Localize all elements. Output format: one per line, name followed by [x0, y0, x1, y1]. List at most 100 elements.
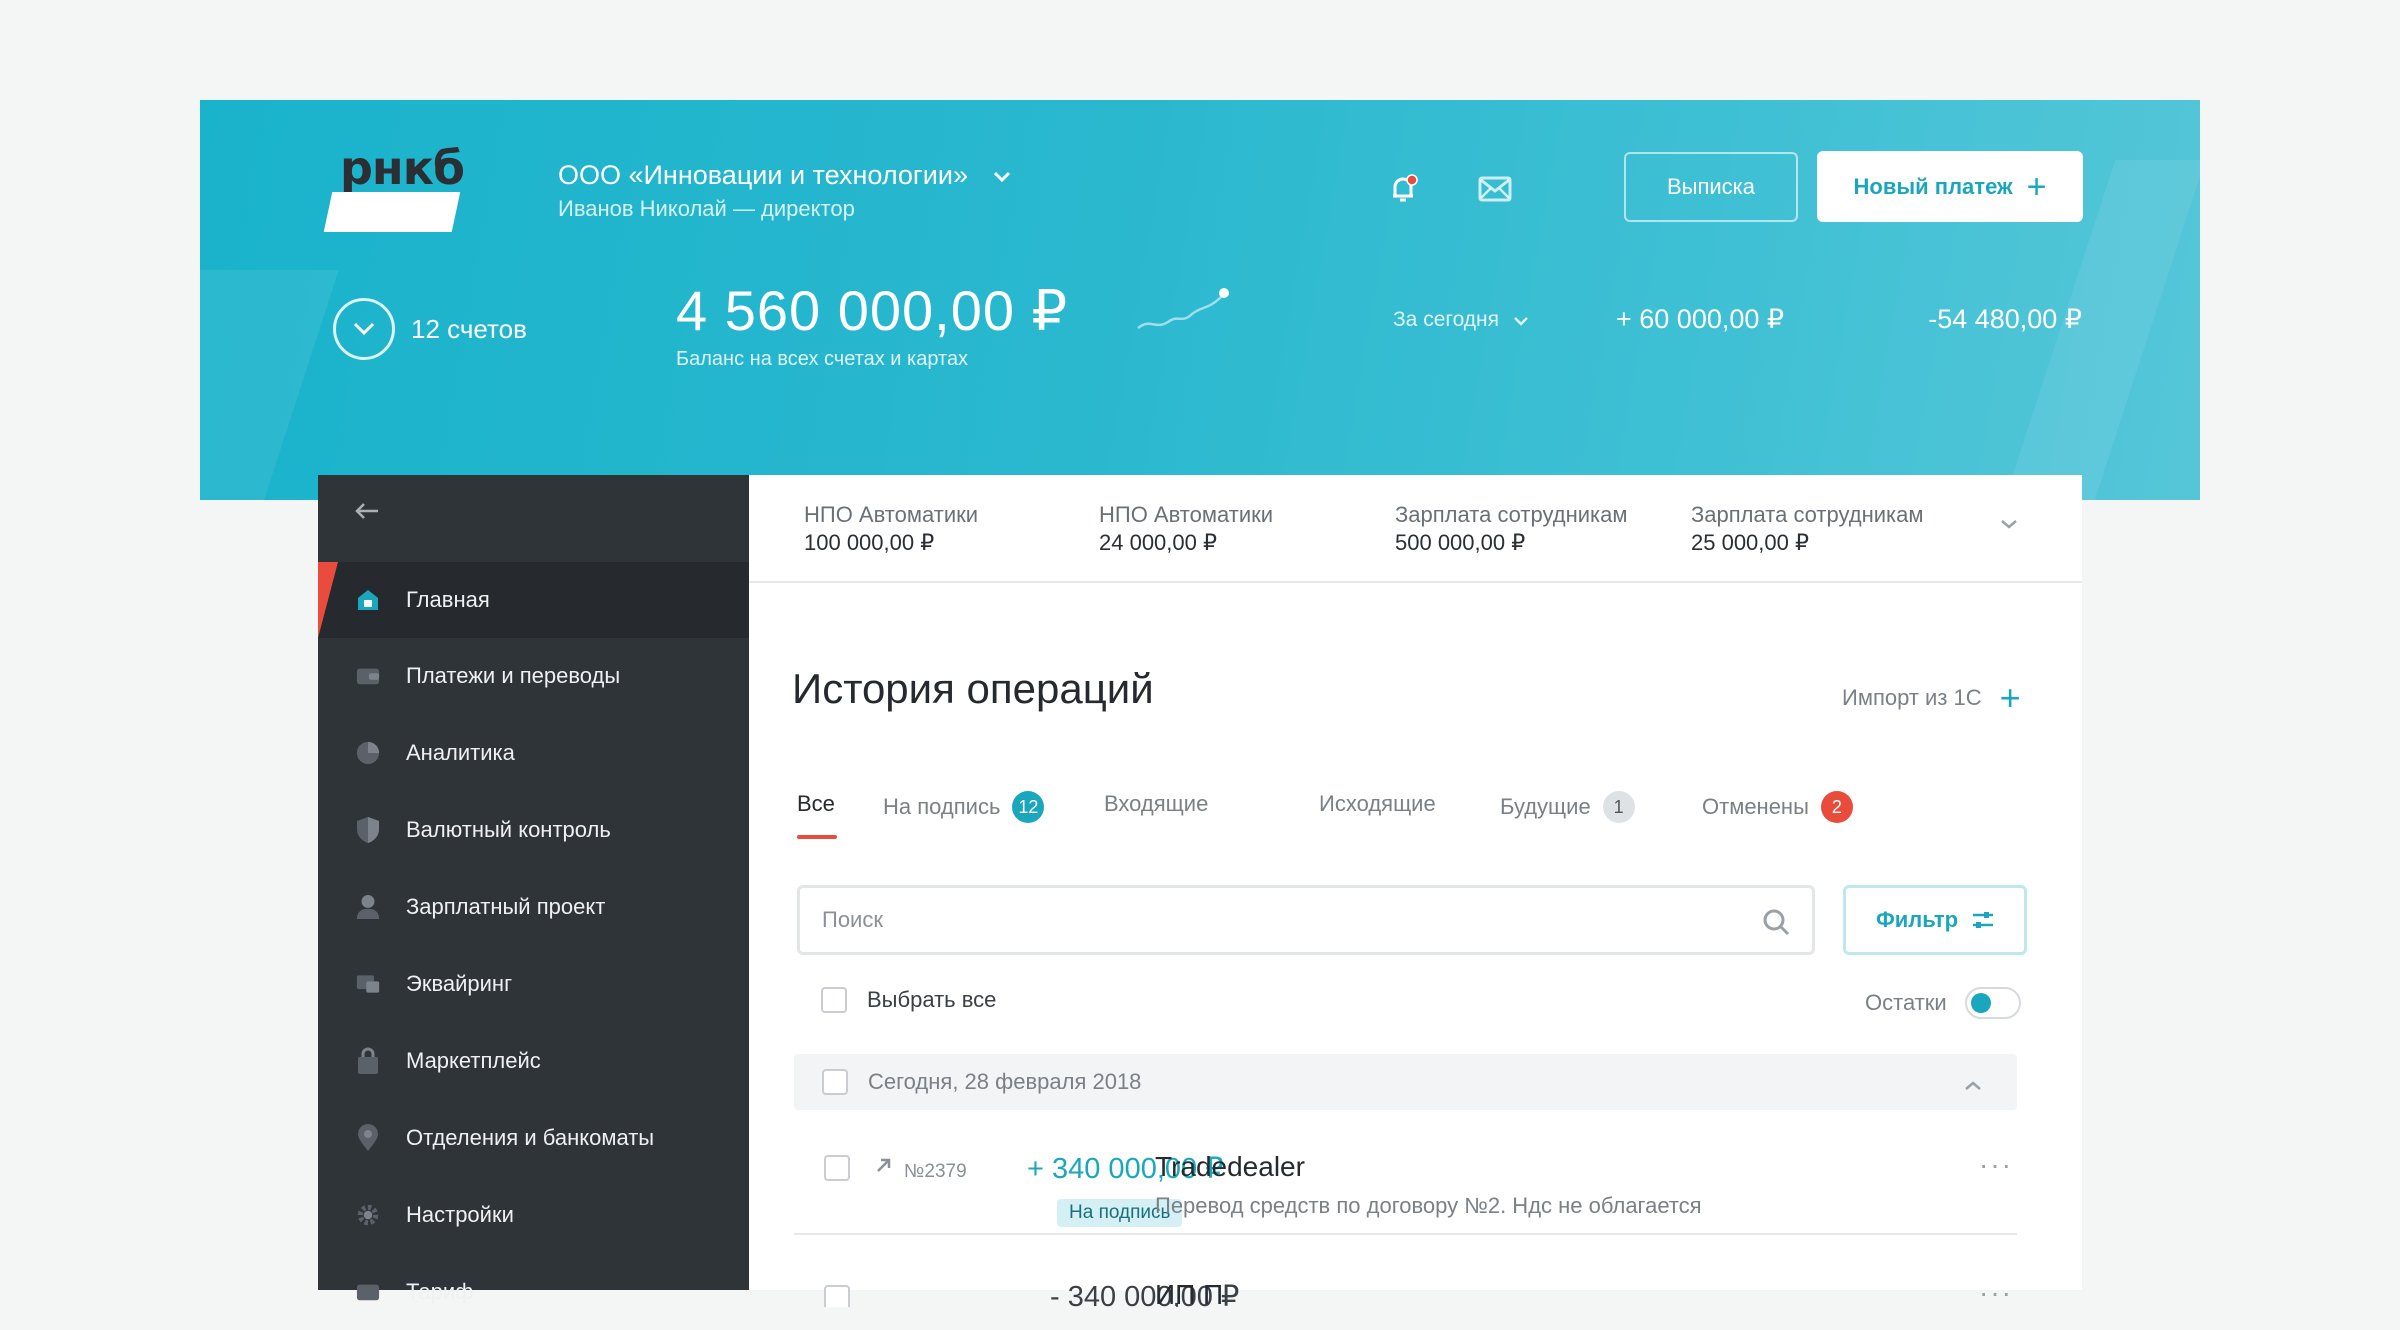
- bell-icon: [1393, 174, 1418, 202]
- sidebar-item-label: Отделения и банкоматы: [406, 1125, 655, 1150]
- period-selector[interactable]: За сегодня: [1393, 308, 1529, 332]
- home-icon: [356, 588, 380, 612]
- tab-future[interactable]: Будущие 1: [1500, 791, 1635, 823]
- accounts-strip: НПО Автоматики 100 000,00 ₽ НПО Автомати…: [749, 475, 2082, 583]
- sliders-icon: [1973, 912, 1994, 928]
- operation-row[interactable]: - 340 000,00 ₽ ИП П ···: [794, 1267, 2017, 1307]
- import-label: Импорт из 1С: [1842, 685, 1982, 710]
- sidebar-item-payments[interactable]: Платежи и переводы: [318, 638, 749, 714]
- person-icon: [356, 895, 380, 919]
- incoming-arrow-icon: [874, 1155, 894, 1181]
- sidebar: Главная Платежи и переводы Аналитика Вал…: [318, 475, 749, 1304]
- sidebar-item-marketplace[interactable]: Маркетплейс: [318, 1023, 749, 1099]
- more-icon[interactable]: ···: [1979, 1277, 2013, 1307]
- chevron-down-icon[interactable]: [1999, 517, 2019, 535]
- tab-all[interactable]: Все: [797, 791, 837, 839]
- sidebar-item-home[interactable]: Главная: [318, 562, 749, 638]
- operation-checkbox[interactable]: [824, 1155, 850, 1181]
- balance-label: Баланс на всех счетах и картах: [676, 348, 969, 370]
- select-all-checkbox[interactable]: [821, 987, 847, 1013]
- more-icon[interactable]: ···: [1979, 1149, 2013, 1181]
- sidebar-item-settings[interactable]: Настройки: [318, 1177, 749, 1253]
- sidebar-item-label: Валютный контроль: [406, 817, 611, 842]
- sidebar-item-label: Аналитика: [406, 740, 515, 765]
- bag-icon: [356, 1047, 380, 1074]
- tab-outgoing[interactable]: Исходящие: [1319, 791, 1436, 817]
- company-switcher[interactable]: ООО «Инновации и технологии» Иванов Нико…: [558, 158, 1011, 224]
- tariff-icon: [356, 1280, 380, 1304]
- rests-toggle[interactable]: [1964, 987, 2021, 1019]
- tab-to-sign[interactable]: На подпись 12: [883, 791, 1045, 823]
- account-card[interactable]: Зарплата сотрудникам 500 000,00 ₽: [1395, 501, 1628, 557]
- search-icon[interactable]: [1762, 908, 1790, 942]
- account-balance: 500 000,00 ₽: [1395, 530, 1526, 555]
- tab-label: Исходящие: [1319, 791, 1436, 816]
- logo-bar: [323, 192, 461, 232]
- date-group-header[interactable]: Сегодня, 28 февраля 2018: [794, 1054, 2017, 1110]
- account-name: НПО Автоматики: [804, 502, 979, 527]
- sidebar-item-currency-control[interactable]: Валютный контроль: [318, 792, 749, 868]
- header-banner: рнкб ООО «Инновации и технологии» Иванов…: [200, 100, 2200, 500]
- select-all-label: Выбрать все: [867, 987, 997, 1012]
- tab-label: Входящие: [1104, 791, 1209, 816]
- account-name: НПО Автоматики: [1099, 502, 1274, 527]
- toggle-knob: [1970, 993, 1991, 1013]
- rests-label: Остатки: [1865, 990, 1947, 1015]
- main-panel: НПО Автоматики 100 000,00 ₽ НПО Автомати…: [749, 475, 2082, 1307]
- count-badge: 2: [1820, 791, 1853, 823]
- terminal-icon: [356, 972, 380, 996]
- bank-logo[interactable]: рнкб: [320, 142, 465, 232]
- sidebar-item-salary-project[interactable]: Зарплатный проект: [318, 869, 749, 945]
- account-balance: 100 000,00 ₽: [804, 530, 935, 555]
- gear-icon: [356, 1203, 380, 1227]
- account-card[interactable]: НПО Автоматики 24 000,00 ₽: [1099, 501, 1273, 557]
- account-balance: 24 000,00 ₽: [1099, 530, 1217, 555]
- select-all[interactable]: Выбрать все: [821, 987, 996, 1013]
- sidebar-item-tariff[interactable]: Тариф: [318, 1254, 749, 1330]
- total-balance: 4 560 000,00 ₽ Баланс на всех счетах и к…: [676, 278, 1068, 371]
- operation-row[interactable]: №2379 + 340 000,00 ₽ На подпись Tradedea…: [794, 1135, 2017, 1235]
- expense-today: -54 480,00 ₽: [1928, 304, 2082, 334]
- accounts-toggle[interactable]: 12 счетов: [333, 298, 527, 360]
- chevron-down-icon: [993, 160, 1011, 194]
- account-balance: 25 000,00 ₽: [1691, 530, 1809, 555]
- operation-party: Tradedealer: [1155, 1151, 1305, 1182]
- sidebar-item-branches[interactable]: Отделения и банкоматы: [318, 1100, 749, 1176]
- new-payment-label: Новый платеж: [1853, 173, 2013, 199]
- import-1c-button[interactable]: Импорт из 1С +: [1842, 680, 2021, 716]
- page-title: История операций: [792, 665, 1154, 712]
- filter-label: Фильтр: [1875, 907, 1959, 932]
- location-pin-icon: [356, 1124, 380, 1151]
- search-placeholder: Поиск: [822, 907, 883, 932]
- sidebar-item-analytics[interactable]: Аналитика: [318, 715, 749, 791]
- notifications-button[interactable]: [1380, 166, 1426, 212]
- back-arrow-icon[interactable]: [354, 497, 380, 528]
- group-checkbox[interactable]: [822, 1069, 848, 1095]
- operation-party: ИП П: [1155, 1279, 1224, 1307]
- sidebar-item-label: Зарплатный проект: [406, 894, 606, 919]
- wallet-icon: [356, 664, 380, 688]
- sidebar-item-label: Тариф: [406, 1279, 474, 1304]
- operation-checkbox[interactable]: [824, 1285, 850, 1307]
- balance-amount: 4 560 000,00 ₽: [676, 279, 1069, 342]
- search-input[interactable]: Поиск: [797, 885, 1815, 955]
- tab-label: Будущие: [1500, 794, 1591, 819]
- company-user: Иванов Николай — директор: [558, 195, 855, 221]
- sidebar-item-acquiring[interactable]: Эквайринг: [318, 946, 749, 1022]
- account-card[interactable]: Зарплата сотрудникам 25 000,00 ₽: [1691, 501, 1924, 557]
- tab-cancelled[interactable]: Отменены 2: [1702, 791, 1853, 823]
- messages-button[interactable]: [1472, 166, 1518, 212]
- rests-toggle-group: Остатки: [1865, 987, 2021, 1019]
- new-payment-button[interactable]: Новый платеж +: [1817, 151, 2083, 222]
- filter-button[interactable]: Фильтр: [1843, 885, 2027, 955]
- sidebar-item-label: Главная: [406, 587, 490, 612]
- chevron-up-icon[interactable]: [1963, 1072, 1983, 1098]
- account-name: Зарплата сотрудникам: [1691, 502, 1924, 527]
- pie-chart-icon: [356, 741, 380, 765]
- tab-incoming[interactable]: Входящие: [1104, 791, 1208, 817]
- account-card[interactable]: НПО Автоматики 100 000,00 ₽: [804, 501, 978, 557]
- sidebar-item-label: Маркетплейс: [406, 1048, 541, 1073]
- tab-label: Все: [797, 791, 835, 816]
- statement-button[interactable]: Выписка: [1624, 152, 1798, 222]
- operation-description: Перевод средств по договору №2. Ндс не о…: [1155, 1193, 1702, 1218]
